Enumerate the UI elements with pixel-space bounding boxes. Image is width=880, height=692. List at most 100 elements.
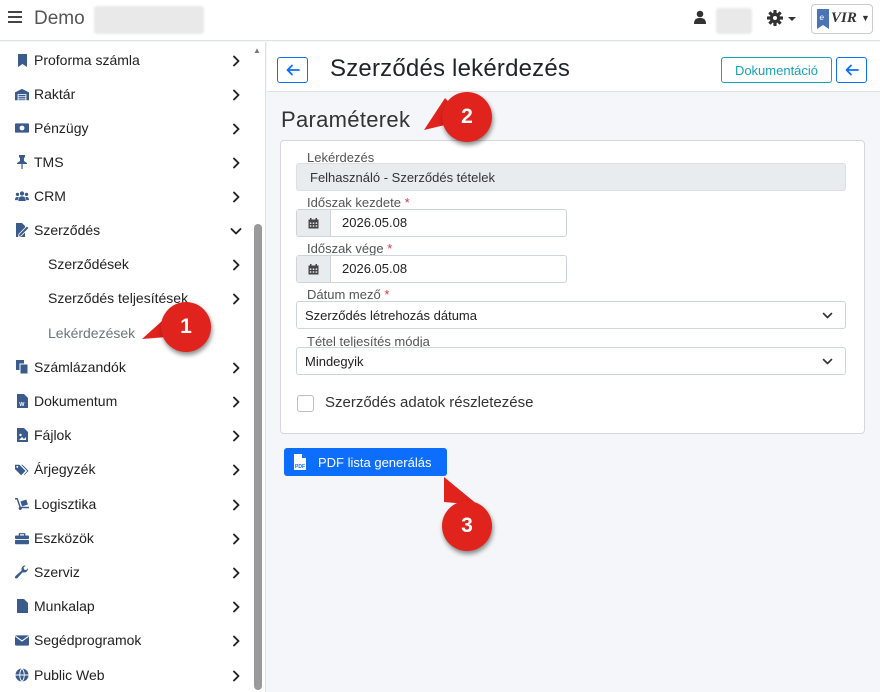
sidebar-item-label: Szerződés teljesítések [48, 290, 189, 306]
arrow-left-icon [845, 64, 859, 76]
dolly-icon [15, 497, 29, 511]
sidebar-item-fajlok[interactable]: Fájlok [0, 421, 252, 449]
page-title: Szerződés lekérdezés [330, 55, 571, 82]
sidebar-item-label: Lekérdezések [48, 325, 136, 341]
contract-icon [15, 223, 29, 237]
toolbox-icon [15, 531, 29, 545]
blurred-company-name [94, 6, 204, 34]
sidebar-item-szerzodes-teljesitesek[interactable]: Szerződés teljesítések [0, 284, 252, 312]
chevron-right-icon [230, 634, 242, 647]
hamburger-menu-icon[interactable] [8, 11, 22, 25]
calendar-icon[interactable] [297, 256, 331, 282]
calendar-icon[interactable] [297, 210, 331, 236]
sidebar-item-label: Szerződés [34, 222, 101, 238]
caret-down-icon: ▼ [861, 13, 870, 23]
chevron-right-icon [230, 258, 242, 271]
sidebar-item-szerzodes[interactable]: Szerződés [0, 216, 252, 244]
chevron-right-icon [230, 463, 242, 476]
sidebar-item-penzugy[interactable]: Pénzügy [0, 114, 252, 142]
start-date-value: 2026.05.08 [342, 215, 408, 230]
sidebar-item-label: Raktár [34, 86, 76, 102]
end-date-label: Időszak vége * [307, 241, 392, 256]
sidebar-item-munkalap[interactable]: Munkalap [0, 592, 252, 620]
pdf-generate-button[interactable]: PDF PDF lista generálás [284, 448, 447, 476]
settings-gear-icon[interactable] [767, 9, 797, 32]
pdf-file-icon: PDF [294, 454, 306, 470]
chevron-right-icon [230, 395, 242, 408]
brand-logo-dropdown[interactable]: e VIR ▼ [811, 4, 873, 34]
chevron-right-icon [230, 429, 242, 442]
chevron-right-icon [230, 122, 242, 135]
details-checkbox-label[interactable]: Szerződés adatok részletezése [325, 394, 533, 411]
sidebar: Proforma számla Raktár Pénzügy TMS CRM Szerző… [0, 42, 266, 692]
users-icon [15, 189, 29, 203]
query-field: Felhasználó - Szerződés tételek [296, 163, 846, 191]
sidebar-item-label: Logisztika [34, 496, 97, 512]
sidebar-item-label: Szerződések [48, 256, 129, 272]
scroll-up-arrow-icon[interactable]: ▲ [253, 46, 261, 55]
chevron-right-icon [230, 600, 242, 613]
sidebar-item-raktar[interactable]: Raktár [0, 80, 252, 108]
svg-text:W: W [19, 402, 25, 408]
sidebar-item-lekerdezesek[interactable]: Lekérdezések [0, 319, 252, 347]
start-date-label: Időszak kezdete * [307, 195, 410, 210]
section-title-parameters: Paraméterek [281, 107, 411, 132]
sidebar-item-dokumentum[interactable]: W Dokumentum [0, 387, 252, 415]
sidebar-item-szerviz[interactable]: Szerviz [0, 558, 252, 586]
sidebar-item-label: Eszközök [34, 530, 94, 546]
sidebar-item-segedprogramok[interactable]: Segédprogramok [0, 626, 252, 654]
chevron-right-icon [230, 292, 242, 305]
required-mark: * [387, 241, 393, 256]
completion-mode-select[interactable]: Mindegyik [296, 347, 846, 375]
chevron-right-icon [230, 54, 242, 67]
sidebar-item-label: TMS [34, 154, 64, 170]
date-field-label: Dátum mező * [307, 287, 389, 302]
sidebar-item-label: Számlázandók [34, 359, 126, 375]
chevron-right-icon [230, 88, 242, 101]
end-date-input[interactable]: 2026.05.08 [296, 255, 567, 283]
sidebar-item-label: Szerviz [34, 564, 80, 580]
tags-icon [15, 462, 29, 476]
brand-logo-text: VIR [831, 10, 857, 26]
user-icon[interactable] [694, 10, 706, 29]
chevron-down-icon [822, 312, 833, 319]
sidebar-item-label: Árjegyzék [34, 461, 96, 477]
sidebar-item-proforma-szamla[interactable]: Proforma számla [0, 46, 252, 74]
callout-marker-1: 1 [161, 302, 211, 352]
end-date-value: 2026.05.08 [342, 261, 408, 276]
details-checkbox[interactable] [297, 395, 314, 412]
date-field-value: Szerződés létrehozás dátuma [305, 307, 477, 323]
blurred-user-name [716, 8, 752, 34]
sidebar-item-label: Segédprogramok [34, 632, 142, 648]
copy-icon [15, 360, 29, 374]
sidebar-item-label: Pénzügy [34, 120, 89, 136]
documentation-button[interactable]: Dokumentáció [721, 57, 832, 83]
date-field-label-text: Dátum mező [307, 287, 381, 302]
chevron-down-icon [230, 224, 242, 236]
callout-marker-2: 2 [442, 92, 492, 142]
sidebar-item-public-web[interactable]: Public Web [0, 661, 252, 689]
chevron-down-icon [822, 358, 833, 365]
sidebar-item-crm[interactable]: CRM [0, 182, 252, 210]
sidebar-item-arjegyzek[interactable]: Árjegyzék [0, 455, 252, 483]
sidebar-item-eszkozok[interactable]: Eszközök [0, 524, 252, 552]
envelope-icon [15, 633, 29, 647]
money-icon [15, 121, 29, 135]
sidebar-item-label: Fájlok [34, 427, 72, 443]
sidebar-item-tms[interactable]: TMS [0, 148, 252, 176]
back-button-right[interactable] [836, 57, 867, 83]
sidebar-item-logisztika[interactable]: Logisztika [0, 490, 252, 518]
date-field-select[interactable]: Szerződés létrehozás dátuma [296, 301, 846, 329]
sidebar-scroll-thumb[interactable] [254, 224, 262, 690]
sidebar-item-label: Public Web [34, 667, 105, 683]
chevron-right-icon [230, 361, 242, 374]
back-button[interactable] [277, 57, 308, 83]
sidebar-item-szamlazandok[interactable]: Számlázandók [0, 353, 252, 381]
main-header: Szerződés lekérdezés Dokumentáció [267, 42, 880, 92]
callout-marker-3: 3 [442, 501, 492, 551]
sidebar-item-label: Proforma számla [34, 52, 140, 68]
end-date-label-text: Időszak vége [307, 241, 384, 256]
sidebar-item-szerzodesek[interactable]: Szerződések [0, 250, 252, 278]
chevron-right-icon [230, 190, 242, 203]
start-date-input[interactable]: 2026.05.08 [296, 209, 567, 237]
